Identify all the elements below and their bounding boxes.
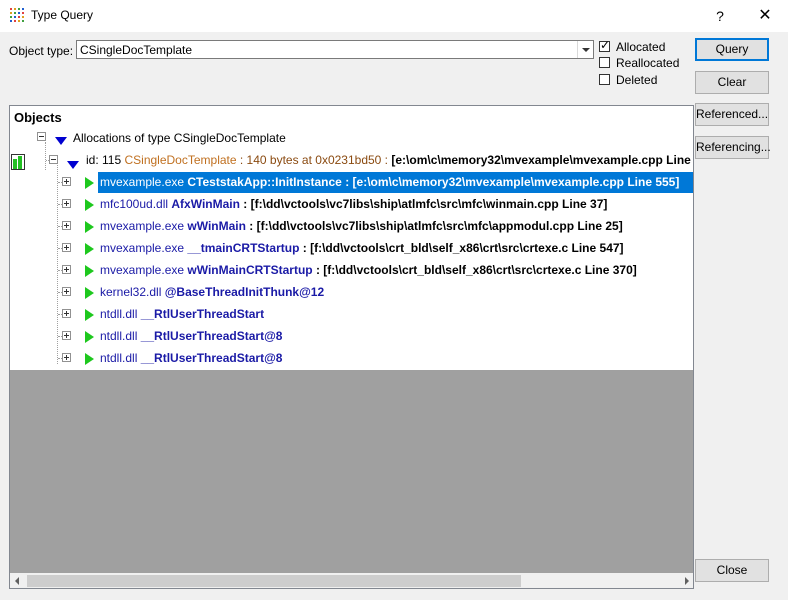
stack-frame-row[interactable]: mvexample.exe __tmainCRTStartup : [f:\dd… [98,238,628,259]
frame-expand-toggle[interactable] [62,199,71,208]
stack-frame-icon [84,286,95,300]
reallocated-label: Reallocated [616,56,680,70]
stack-frame-row[interactable]: mvexample.exe CTeststakApp::InitInstance… [98,172,693,193]
root-label: Allocations of type CSingleDocTemplate [73,131,286,145]
objects-header: Objects [10,106,693,128]
frame-module: mvexample.exe [100,219,185,233]
allocation-icon [67,161,79,169]
stack-frame-row[interactable]: mvexample.exe wWinMainCRTStartup : [f:\d… [98,260,641,281]
allocation-id: id: 115 [86,153,122,167]
frame-expand-toggle[interactable] [62,309,71,318]
allocation-type: CSingleDocTemplate [124,153,237,167]
horizontal-scrollbar[interactable] [10,573,693,588]
frame-function: __RtlUserThreadStart [140,307,265,321]
referenced-button[interactable]: Referenced... [695,103,769,126]
frame-function: wWinMainCRTStartup [187,263,313,277]
frame-function: @BaseThreadInitThunk@12 [164,285,325,299]
stack-frame-icon [84,330,95,344]
frame-function: CTeststakApp::InitInstance [187,175,342,189]
query-button[interactable]: Query [695,38,769,61]
frame-location: : [f:\dd\vctools\crt_bld\self_x86\crt\sr… [302,241,624,255]
object-type-value: CSingleDocTemplate [80,43,193,57]
objects-panel: Objects Allocations of type CSingleDocTe… [9,105,694,589]
frame-location: : [f:\dd\vctools\vc7libs\ship\atlmfc\src… [249,219,623,233]
close-window-button[interactable]: ✕ [742,0,788,32]
dropdown-arrow-icon[interactable] [577,41,593,58]
frame-location: : [f:\dd\vctools\vc7libs\ship\atlmfc\src… [243,197,608,211]
help-button[interactable]: ? [704,0,736,32]
stack-frame-row[interactable]: kernel32.dll @BaseThreadInitThunk@12 [98,282,328,303]
frame-module: ntdll.dll [100,351,138,365]
stack-frame-row[interactable]: ntdll.dll __RtlUserThreadStart [98,304,268,325]
allocation-group-icon [55,137,67,145]
frame-expand-toggle[interactable] [62,265,71,274]
frame-module: mvexample.exe [100,241,185,255]
deleted-label: Deleted [616,73,658,87]
root-collapse-toggle[interactable] [37,132,46,141]
clear-button[interactable]: Clear [695,71,769,94]
objects-title: Objects [14,110,62,125]
stack-frame-icon [84,264,95,278]
frame-expand-toggle[interactable] [62,353,71,362]
allocation-bar-icon [11,154,25,170]
scroll-left-icon[interactable] [15,577,19,585]
stack-frame-icon [84,308,95,322]
stack-frame-icon [84,176,95,190]
frame-expand-toggle[interactable] [62,221,71,230]
allocation-location: [e:\om\c\memory32\mvexample\mvexample.cp… [391,153,694,167]
stack-frame-row[interactable]: mvexample.exe wWinMain : [f:\dd\vctools\… [98,216,627,237]
stack-frame-icon [84,352,95,366]
frame-module: mvexample.exe [100,175,185,189]
objects-tree[interactable]: Allocations of type CSingleDocTemplate i… [10,128,694,370]
scrollbar-thumb[interactable] [27,575,521,587]
frame-expand-toggle[interactable] [62,331,71,340]
window-title: Type Query [31,8,94,22]
frame-expand-toggle[interactable] [62,287,71,296]
reallocated-checkbox[interactable] [599,57,610,68]
frame-module: mfc100ud.dll [100,197,169,211]
stack-frame-icon [84,242,95,256]
app-grid-icon [10,8,24,22]
stack-frame-icon [84,198,95,212]
frame-function: __RtlUserThreadStart@8 [140,351,283,365]
frame-location: : [f:\dd\vctools\crt_bld\self_x86\crt\sr… [315,263,637,277]
stack-frame-row[interactable]: mfc100ud.dll AfxWinMain : [f:\dd\vctools… [98,194,611,215]
allocated-checkbox[interactable] [599,38,610,52]
allocation-item[interactable]: id: 115 CSingleDocTemplate : 140 bytes a… [86,150,694,171]
frame-expand-toggle[interactable] [62,177,71,186]
referencing-button[interactable]: Referencing... [695,136,771,159]
frame-function: __RtlUserThreadStart@8 [140,329,283,343]
allocation-collapse-toggle[interactable] [49,155,58,164]
scroll-right-icon[interactable] [685,577,689,585]
object-type-label: Object type: [9,44,74,58]
stack-frame-row[interactable]: ntdll.dll __RtlUserThreadStart@8 [98,348,286,369]
stack-frame-row[interactable]: ntdll.dll __RtlUserThreadStart@8 [98,326,286,347]
frame-module: ntdll.dll [100,329,138,343]
frame-expand-toggle[interactable] [62,243,71,252]
stack-frame-icon [84,220,95,234]
object-type-combobox[interactable]: CSingleDocTemplate [76,40,594,59]
frame-location: : [e:\om\c\memory32\mvexample\mvexample.… [345,175,680,189]
allocation-size: : 140 bytes at 0x0231bd50 : [239,153,389,167]
title-bar: Type Query ? ✕ [0,0,788,32]
deleted-checkbox[interactable] [599,74,610,85]
tree-root-item[interactable]: Allocations of type CSingleDocTemplate [73,128,286,149]
close-button[interactable]: Close [695,559,769,582]
frame-module: mvexample.exe [100,263,185,277]
frame-function: wWinMain [187,219,246,233]
frame-function: __tmainCRTStartup [187,241,300,255]
frame-module: kernel32.dll [100,285,162,299]
frame-function: AfxWinMain [171,197,240,211]
frame-module: ntdll.dll [100,307,138,321]
allocated-label: Allocated [616,40,666,54]
